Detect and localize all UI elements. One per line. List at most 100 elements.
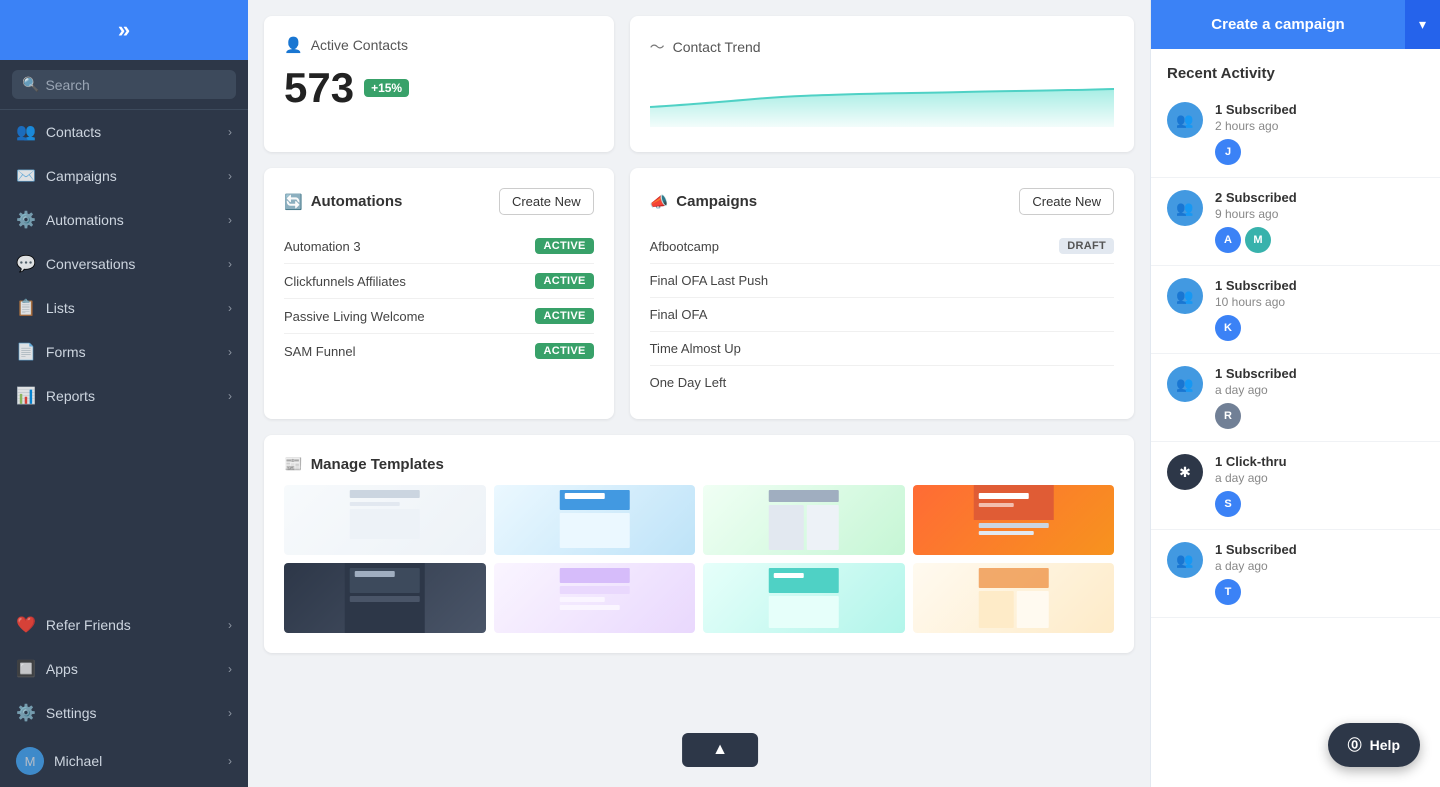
automation-item-0[interactable]: Automation 3 ACTIVE <box>284 229 594 264</box>
trend-chart <box>650 67 1114 127</box>
automation-item-3[interactable]: SAM Funnel ACTIVE <box>284 334 594 368</box>
activity-label-2: 1 Subscribed <box>1215 278 1424 293</box>
mini-avatar-5-0: T <box>1215 579 1241 605</box>
sidebar-item-campaigns[interactable]: ✉️ Campaigns › <box>0 154 248 198</box>
campaign-item-3[interactable]: Time Almost Up <box>650 332 1114 366</box>
sidebar-item-contacts[interactable]: 👥 Contacts › <box>0 110 248 154</box>
help-button[interactable]: ⓪ ⓪ Help Help <box>1328 723 1420 767</box>
automation-item-1[interactable]: Clickfunnels Affiliates ACTIVE <box>284 264 594 299</box>
campaign-item-1[interactable]: Final OFA Last Push <box>650 264 1114 298</box>
templates-icon: 📰 <box>284 455 303 473</box>
template-thumb-4[interactable] <box>913 485 1115 555</box>
refer-icon: ❤️ <box>16 615 36 635</box>
activity-time-2: 10 hours ago <box>1215 295 1424 309</box>
sidebar-item-apps[interactable]: 🔲 Apps › <box>0 647 248 691</box>
automations-create-btn[interactable]: Create New <box>499 188 594 215</box>
recent-activity-title: Recent Activity <box>1151 49 1440 90</box>
main-content: 👤 Active Contacts 573 +15% 〜 Contact Tre… <box>248 0 1150 787</box>
activity-group-icon-4: ✱ <box>1167 454 1203 490</box>
apps-icon: 🔲 <box>16 659 36 679</box>
sidebar-item-reports[interactable]: 📊 Reports › <box>0 374 248 418</box>
active-contacts-number: 573 <box>284 64 354 112</box>
active-contacts-badge: +15% <box>364 79 409 97</box>
campaign-item-2[interactable]: Final OFA <box>650 298 1114 332</box>
create-campaign-dropdown[interactable]: ▾ <box>1405 0 1440 49</box>
sidebar-label-conversations: Conversations <box>46 256 136 272</box>
campaigns-header: 📣 Campaigns Create New <box>650 188 1114 215</box>
campaign-item-4[interactable]: One Day Left <box>650 366 1114 399</box>
template-thumb-5[interactable] <box>284 563 486 633</box>
automations-title: Automations <box>311 193 403 210</box>
activity-time-4: a day ago <box>1215 471 1424 485</box>
mini-avatar-2-0: K <box>1215 315 1241 341</box>
activity-group-icon-3: 👥 <box>1167 366 1203 402</box>
bottom-nav: ❤️ Refer Friends › 🔲 Apps › ⚙️ Settings … <box>0 603 248 787</box>
activity-avatars-0: J <box>1215 139 1424 165</box>
contacts-card-icon: 👤 <box>284 36 303 54</box>
activity-avatars-2: K <box>1215 315 1424 341</box>
automation-name-0: Automation 3 <box>284 239 361 254</box>
template-thumb-7[interactable] <box>703 563 905 633</box>
trend-icon: 〜 <box>650 36 665 57</box>
chevron-icon: › <box>228 125 232 139</box>
activity-item-4: ✱ 1 Click-thru a day ago S <box>1151 442 1440 530</box>
conversations-icon: 💬 <box>16 254 36 274</box>
activity-item-3: 👥 1 Subscribed a day ago R <box>1151 354 1440 442</box>
campaign-status-0: DRAFT <box>1059 238 1114 254</box>
sidebar-item-conversations[interactable]: 💬 Conversations › <box>0 242 248 286</box>
sidebar-item-lists[interactable]: 📋 Lists › <box>0 286 248 330</box>
create-campaign-button[interactable]: Create a campaign <box>1151 0 1405 49</box>
sidebar-item-automations[interactable]: ⚙️ Automations › <box>0 198 248 242</box>
sidebar-item-forms[interactable]: 📄 Forms › <box>0 330 248 374</box>
activity-group-icon-1: 👥 <box>1167 190 1203 226</box>
activity-group-icon-0: 👥 <box>1167 102 1203 138</box>
sidebar-label-reports: Reports <box>46 388 95 404</box>
dropdown-arrow-icon: ▾ <box>1419 16 1426 32</box>
scroll-up-button[interactable]: ▲ <box>682 733 758 767</box>
automations-title-group: 🔄 Automations <box>284 193 402 211</box>
template-thumb-3[interactable] <box>703 485 905 555</box>
search-input[interactable] <box>45 77 226 93</box>
activity-time-5: a day ago <box>1215 559 1424 573</box>
sidebar-item-user[interactable]: M Michael › <box>0 735 248 787</box>
sidebar-item-settings[interactable]: ⚙️ Settings › <box>0 691 248 735</box>
templates-title-group: 📰 Manage Templates <box>284 455 1114 473</box>
templates-row: 📰 Manage Templates <box>264 435 1134 653</box>
activity-body-2: 1 Subscribed 10 hours ago K <box>1215 278 1424 341</box>
settings-icon: ⚙️ <box>16 703 36 723</box>
campaigns-title: Campaigns <box>676 193 757 210</box>
template-thumb-6[interactable] <box>494 563 696 633</box>
contact-trend-card: 〜 Contact Trend <box>630 16 1134 152</box>
campaign-name-1: Final OFA Last Push <box>650 273 769 288</box>
chevron-icon: › <box>228 618 232 632</box>
sidebar-item-refer[interactable]: ❤️ Refer Friends › <box>0 603 248 647</box>
automations-campaigns-row: 🔄 Automations Create New Automation 3 AC… <box>264 168 1134 419</box>
sidebar: » 🔍 👥 Contacts › ✉️ Campaigns › ⚙️ Autom… <box>0 0 248 787</box>
active-contacts-header: 👤 Active Contacts <box>284 36 594 54</box>
sidebar-label-campaigns: Campaigns <box>46 168 117 184</box>
active-contacts-title: Active Contacts <box>311 37 408 53</box>
contact-trend-title: Contact Trend <box>673 39 761 55</box>
campaigns-card: 📣 Campaigns Create New Afbootcamp DRAFT … <box>630 168 1134 419</box>
template-thumb-8[interactable] <box>913 563 1115 633</box>
activity-label-3: 1 Subscribed <box>1215 366 1424 381</box>
sidebar-label-apps: Apps <box>46 661 78 677</box>
chevron-icon: › <box>228 706 232 720</box>
campaigns-create-btn[interactable]: Create New <box>1019 188 1114 215</box>
sidebar-label-automations: Automations <box>46 212 124 228</box>
stats-row: 👤 Active Contacts 573 +15% 〜 Contact Tre… <box>264 16 1134 152</box>
activity-item-5: 👥 1 Subscribed a day ago T <box>1151 530 1440 618</box>
chevron-icon: › <box>228 213 232 227</box>
template-thumb-2[interactable] <box>494 485 696 555</box>
campaigns-list: Afbootcamp DRAFT Final OFA Last Push Fin… <box>650 229 1114 399</box>
automation-status-1: ACTIVE <box>535 273 593 289</box>
search-container: 🔍 <box>0 60 248 110</box>
template-thumb-1[interactable] <box>284 485 486 555</box>
campaign-name-0: Afbootcamp <box>650 239 719 254</box>
automation-item-2[interactable]: Passive Living Welcome ACTIVE <box>284 299 594 334</box>
campaign-item-0[interactable]: Afbootcamp DRAFT <box>650 229 1114 264</box>
activity-time-3: a day ago <box>1215 383 1424 397</box>
forms-icon: 📄 <box>16 342 36 362</box>
activity-item-1: 👥 2 Subscribed 9 hours ago A M <box>1151 178 1440 266</box>
automation-name-2: Passive Living Welcome <box>284 309 425 324</box>
